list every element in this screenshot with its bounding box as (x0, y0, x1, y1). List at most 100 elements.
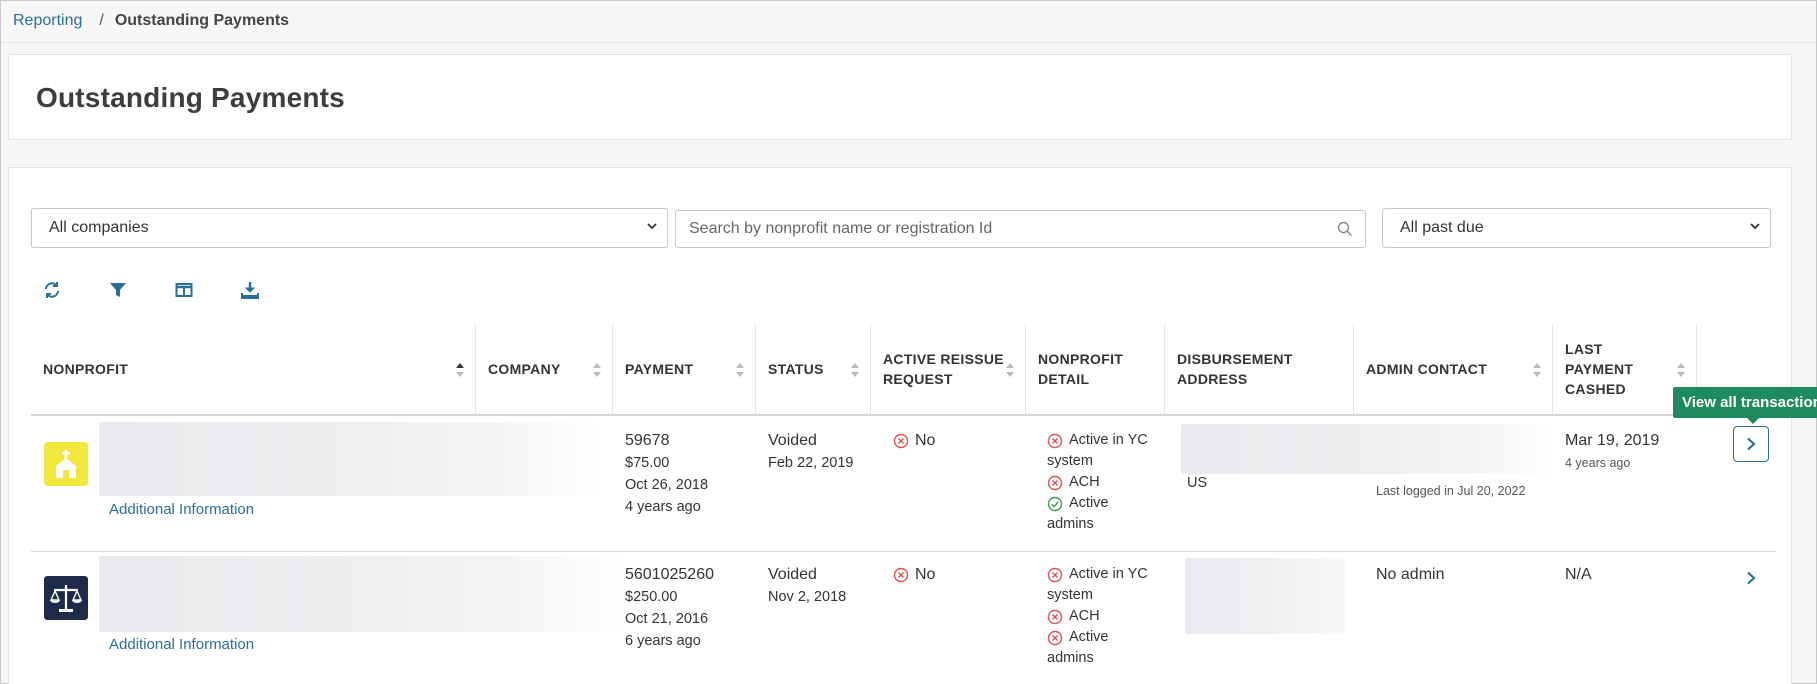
page-header: Outstanding Payments (8, 54, 1792, 140)
view-transactions-button[interactable] (1733, 560, 1769, 596)
last-cashed-cell: Mar 19, 2019 4 years ago (1565, 430, 1659, 474)
refresh-button[interactable] (43, 278, 109, 302)
payment-amount: $250.00 (625, 589, 678, 605)
x-circle-icon (1047, 609, 1063, 625)
last-cashed-relative: 4 years ago (1565, 456, 1631, 470)
past-due-select[interactable]: All past due (1382, 208, 1771, 248)
nonprofit-logo-scales (44, 576, 88, 620)
table-row: Additional Information 59678 $75.00 Oct … (31, 416, 1776, 552)
status-date: Feb 22, 2019 (768, 455, 854, 471)
column-header-company[interactable]: COMPANY (476, 324, 613, 414)
nonprofit-logo-church (44, 442, 88, 486)
chevron-right-icon (1747, 571, 1756, 585)
detail-yc-system: Active in YC (1047, 430, 1148, 451)
sort-icon (851, 363, 859, 377)
search-input[interactable] (676, 211, 1316, 247)
table-toolbar (43, 278, 307, 302)
check-circle-icon (1047, 496, 1063, 512)
x-circle-icon (893, 433, 909, 449)
sort-icon (1677, 363, 1685, 377)
detail-active-admins: Active (1047, 493, 1148, 514)
payment-amount: $75.00 (625, 455, 670, 471)
column-header-reissue-request[interactable]: ACTIVE REISSUE REQUEST (871, 324, 1026, 414)
chevron-down-icon (647, 223, 657, 230)
x-circle-icon (893, 567, 909, 583)
address-country: US (1187, 475, 1208, 491)
payment-cell: 5601025260 $250.00 Oct 21, 2016 6 years … (625, 564, 714, 652)
filter-bar: All companies All past due (31, 208, 1771, 248)
page-title: Outstanding Payments (36, 82, 345, 113)
column-header-admin-contact[interactable]: ADMIN CONTACT (1354, 324, 1553, 414)
columns-icon (175, 283, 193, 297)
column-header-payment[interactable]: PAYMENT (613, 324, 756, 414)
reissue-cell: No (893, 430, 935, 452)
company-select-value: All companies (49, 219, 149, 236)
payment-cell: 59678 $75.00 Oct 26, 2018 4 years ago (625, 430, 708, 518)
last-cashed-date: N/A (1565, 566, 1592, 583)
breadcrumb-reporting-link[interactable]: Reporting (13, 12, 82, 30)
search-field (675, 210, 1366, 248)
table-row: Additional Information 5601025260 $250.0… (31, 552, 1776, 684)
x-circle-icon (1047, 433, 1063, 449)
x-circle-icon (1047, 567, 1063, 583)
payment-date: Oct 26, 2018 (625, 477, 709, 493)
sort-icon (736, 363, 744, 377)
view-transactions-button[interactable] (1733, 426, 1769, 462)
x-circle-icon (1047, 475, 1063, 491)
sort-icon (593, 363, 601, 377)
reissue-value: No (915, 566, 936, 583)
redacted-nonprofit-info (99, 556, 624, 632)
additional-information-link[interactable]: Additional Information (109, 634, 254, 656)
detail-ach: ACH (1047, 472, 1148, 493)
additional-information-link[interactable]: Additional Information (109, 499, 254, 521)
nonprofit-detail-cell: Active in YC system ACH Active admins (1047, 430, 1148, 532)
sort-icon (1006, 363, 1014, 377)
status-label: Voided (768, 432, 817, 449)
last-cashed-date: Mar 19, 2019 (1565, 432, 1660, 449)
redacted-address (1181, 424, 1556, 474)
filter-button[interactable] (109, 278, 175, 302)
x-circle-icon (1047, 630, 1063, 646)
nonprofit-detail-cell: Active in YC system ACH Active admins (1047, 564, 1148, 666)
breadcrumb-separator: / (99, 12, 104, 29)
sort-asc-icon (456, 363, 464, 377)
detail-ach: ACH (1047, 606, 1148, 627)
payment-id: 59678 (625, 432, 670, 449)
payment-relative-date: 6 years ago (625, 633, 701, 649)
payment-id: 5601025260 (625, 566, 714, 583)
column-header-nonprofit-detail: NONPROFIT DETAIL (1026, 324, 1165, 414)
column-header-disbursement-address: DISBURSEMENT ADDRESS (1165, 324, 1354, 414)
columns-button[interactable] (175, 278, 241, 302)
column-header-nonprofit[interactable]: NONPROFIT (31, 324, 476, 414)
detail-yc-system: Active in YC (1047, 564, 1148, 585)
report-panel: All companies All past due NONPROFIT (8, 167, 1792, 684)
filter-icon (110, 283, 126, 297)
download-button[interactable] (241, 278, 307, 302)
status-cell: Voided Feb 22, 2019 (768, 430, 853, 474)
status-cell: Voided Nov 2, 2018 (768, 564, 846, 608)
view-transactions-tooltip: View all transactions (1673, 387, 1817, 424)
redacted-nonprofit-info (99, 422, 599, 496)
admin-contact-value: No admin (1376, 566, 1445, 583)
payment-relative-date: 4 years ago (625, 499, 701, 515)
admin-last-login: Last logged in Jul 20, 2022 (1376, 484, 1526, 498)
detail-active-admins: Active (1047, 627, 1148, 648)
payments-table: NONPROFIT COMPANY PAYMENT STATUS ACTIVE … (31, 324, 1776, 684)
breadcrumb: Reporting / Outstanding Payments (0, 0, 1817, 43)
status-label: Voided (768, 566, 817, 583)
payment-date: Oct 21, 2016 (625, 611, 709, 627)
status-date: Nov 2, 2018 (768, 589, 847, 605)
table-header: NONPROFIT COMPANY PAYMENT STATUS ACTIVE … (31, 324, 1776, 416)
sort-icon (1533, 363, 1541, 377)
redacted-address (1185, 558, 1345, 634)
search-icon[interactable] (1337, 221, 1353, 237)
company-select[interactable]: All companies (31, 208, 668, 248)
past-due-select-value: All past due (1400, 219, 1484, 236)
reissue-value: No (915, 432, 936, 449)
chevron-right-icon (1747, 437, 1756, 451)
refresh-icon (45, 282, 59, 298)
download-icon (241, 282, 259, 299)
reissue-cell: No (893, 564, 935, 586)
breadcrumb-current: Outstanding Payments (114, 12, 290, 29)
column-header-status[interactable]: STATUS (756, 324, 871, 414)
